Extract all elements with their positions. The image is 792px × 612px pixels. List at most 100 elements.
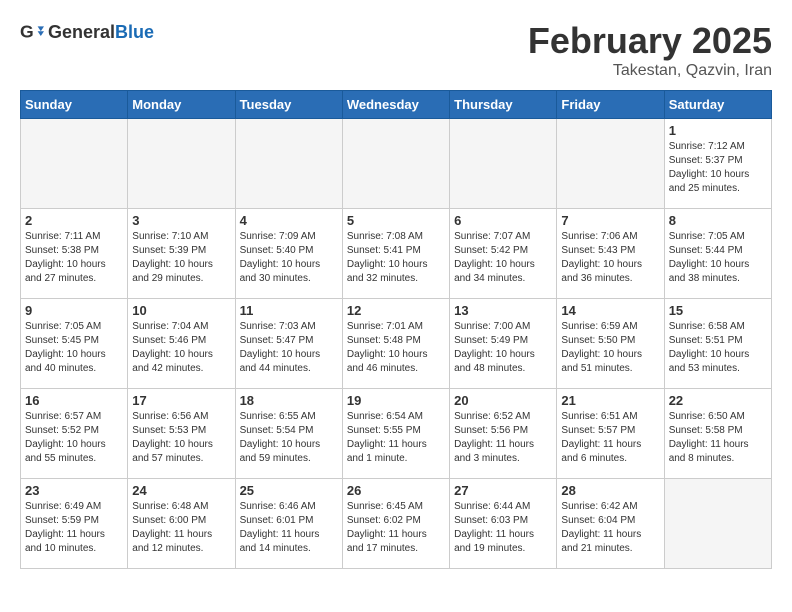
week-row-2: 2 Sunrise: 7:11 AM Sunset: 5:38 PM Daylig… (21, 209, 772, 299)
header-row: SundayMondayTuesdayWednesdayThursdayFrid… (21, 91, 772, 119)
day-cell (342, 119, 449, 209)
day-cell: 19Sunrise: 6:54 AM Sunset: 5:55 PM Dayli… (342, 389, 449, 479)
day-cell: 1 Sunrise: 7:12 AM Sunset: 5:37 PM Daylig… (664, 119, 771, 209)
day-info: Sunrise: 6:56 AM Sunset: 5:53 PM Dayligh… (132, 410, 230, 466)
day-info: Sunrise: 7:11 AM Sunset: 5:38 PM Dayligh… (25, 230, 123, 286)
day-number: 11 (240, 303, 338, 318)
day-number: 13 (454, 303, 552, 318)
day-number: 1 (669, 123, 767, 138)
day-info: Sunrise: 6:44 AM Sunset: 6:03 PM Dayligh… (454, 500, 552, 556)
day-cell: 16Sunrise: 6:57 AM Sunset: 5:52 PM Dayli… (21, 389, 128, 479)
svg-text:G: G (20, 22, 34, 42)
logo-icon: G (20, 20, 44, 44)
day-info: Sunrise: 7:01 AM Sunset: 5:48 PM Dayligh… (347, 320, 445, 376)
day-info: Sunrise: 7:09 AM Sunset: 5:40 PM Dayligh… (240, 230, 338, 286)
day-info: Sunrise: 7:05 AM Sunset: 5:44 PM Dayligh… (669, 230, 767, 286)
day-info: Sunrise: 6:58 AM Sunset: 5:51 PM Dayligh… (669, 320, 767, 376)
day-info: Sunrise: 7:00 AM Sunset: 5:49 PM Dayligh… (454, 320, 552, 376)
day-info: Sunrise: 7:06 AM Sunset: 5:43 PM Dayligh… (561, 230, 659, 286)
day-number: 8 (669, 213, 767, 228)
day-number: 4 (240, 213, 338, 228)
header-wednesday: Wednesday (342, 91, 449, 119)
day-number: 9 (25, 303, 123, 318)
day-cell: 21 Sunrise: 6:51 AM Sunset: 5:57 PM Dayli… (557, 389, 664, 479)
header-tuesday: Tuesday (235, 91, 342, 119)
day-cell (450, 119, 557, 209)
day-cell: 15 Sunrise: 6:58 AM Sunset: 5:51 PM Dayli… (664, 299, 771, 389)
day-cell (128, 119, 235, 209)
day-number: 10 (132, 303, 230, 318)
day-cell: 10 Sunrise: 7:04 AM Sunset: 5:46 PM Dayli… (128, 299, 235, 389)
day-number: 22 (669, 393, 767, 408)
day-info: Sunrise: 7:04 AM Sunset: 5:46 PM Dayligh… (132, 320, 230, 376)
day-info: Sunrise: 6:51 AM Sunset: 5:57 PM Dayligh… (561, 410, 659, 466)
day-cell: 24 Sunrise: 6:48 AM Sunset: 6:00 PM Dayli… (128, 479, 235, 569)
day-cell: 27Sunrise: 6:44 AM Sunset: 6:03 PM Dayli… (450, 479, 557, 569)
day-info: Sunrise: 7:07 AM Sunset: 5:42 PM Dayligh… (454, 230, 552, 286)
day-number: 19 (347, 393, 445, 408)
day-number: 28 (561, 483, 659, 498)
day-number: 12 (347, 303, 445, 318)
day-info: Sunrise: 6:45 AM Sunset: 6:02 PM Dayligh… (347, 500, 445, 556)
calendar-subtitle: Takestan, Qazvin, Iran (528, 62, 772, 80)
day-cell: 25Sunrise: 6:46 AM Sunset: 6:01 PM Dayli… (235, 479, 342, 569)
day-cell: 17 Sunrise: 6:56 AM Sunset: 5:53 PM Dayli… (128, 389, 235, 479)
day-cell: 2 Sunrise: 7:11 AM Sunset: 5:38 PM Daylig… (21, 209, 128, 299)
day-number: 25 (240, 483, 338, 498)
day-cell: 7 Sunrise: 7:06 AM Sunset: 5:43 PM Daylig… (557, 209, 664, 299)
day-number: 21 (561, 393, 659, 408)
day-number: 17 (132, 393, 230, 408)
day-cell: 14 Sunrise: 6:59 AM Sunset: 5:50 PM Dayli… (557, 299, 664, 389)
day-cell (557, 119, 664, 209)
day-cell: 8 Sunrise: 7:05 AM Sunset: 5:44 PM Daylig… (664, 209, 771, 299)
header-saturday: Saturday (664, 91, 771, 119)
day-info: Sunrise: 6:50 AM Sunset: 5:58 PM Dayligh… (669, 410, 767, 466)
day-cell: 6Sunrise: 7:07 AM Sunset: 5:42 PM Daylig… (450, 209, 557, 299)
header-thursday: Thursday (450, 91, 557, 119)
day-number: 18 (240, 393, 338, 408)
day-cell: 11Sunrise: 7:03 AM Sunset: 5:47 PM Dayli… (235, 299, 342, 389)
day-cell: 13 Sunrise: 7:00 AM Sunset: 5:49 PM Dayli… (450, 299, 557, 389)
day-cell (21, 119, 128, 209)
day-number: 7 (561, 213, 659, 228)
day-number: 15 (669, 303, 767, 318)
day-info: Sunrise: 6:48 AM Sunset: 6:00 PM Dayligh… (132, 500, 230, 556)
day-info: Sunrise: 7:08 AM Sunset: 5:41 PM Dayligh… (347, 230, 445, 286)
day-info: Sunrise: 7:10 AM Sunset: 5:39 PM Dayligh… (132, 230, 230, 286)
day-number: 24 (132, 483, 230, 498)
day-cell: 4 Sunrise: 7:09 AM Sunset: 5:40 PM Daylig… (235, 209, 342, 299)
week-row-3: 9 Sunrise: 7:05 AM Sunset: 5:45 PM Daylig… (21, 299, 772, 389)
day-info: Sunrise: 6:52 AM Sunset: 5:56 PM Dayligh… (454, 410, 552, 466)
week-row-5: 23 Sunrise: 6:49 AM Sunset: 5:59 PM Dayli… (21, 479, 772, 569)
calendar-table: SundayMondayTuesdayWednesdayThursdayFrid… (20, 90, 772, 569)
day-cell: 26 Sunrise: 6:45 AM Sunset: 6:02 PM Dayli… (342, 479, 449, 569)
day-number: 3 (132, 213, 230, 228)
logo-general: General (48, 22, 115, 43)
day-number: 26 (347, 483, 445, 498)
day-cell (235, 119, 342, 209)
day-number: 16 (25, 393, 123, 408)
day-cell: 12 Sunrise: 7:01 AM Sunset: 5:48 PM Dayli… (342, 299, 449, 389)
day-number: 5 (347, 213, 445, 228)
day-info: Sunrise: 6:55 AM Sunset: 5:54 PM Dayligh… (240, 410, 338, 466)
day-cell: 20 Sunrise: 6:52 AM Sunset: 5:56 PM Dayli… (450, 389, 557, 479)
day-info: Sunrise: 6:49 AM Sunset: 5:59 PM Dayligh… (25, 500, 123, 556)
day-number: 23 (25, 483, 123, 498)
day-number: 2 (25, 213, 123, 228)
day-info: Sunrise: 6:42 AM Sunset: 6:04 PM Dayligh… (561, 500, 659, 556)
day-info: Sunrise: 7:12 AM Sunset: 5:37 PM Dayligh… (669, 140, 767, 196)
calendar-title: February 2025 (528, 20, 772, 62)
day-number: 14 (561, 303, 659, 318)
day-cell: 28 Sunrise: 6:42 AM Sunset: 6:04 PM Dayli… (557, 479, 664, 569)
page-header: G GeneralBlue February 2025 Takestan, Qa… (20, 20, 772, 80)
day-cell (664, 479, 771, 569)
day-cell: 22 Sunrise: 6:50 AM Sunset: 5:58 PM Dayli… (664, 389, 771, 479)
day-cell: 5 Sunrise: 7:08 AM Sunset: 5:41 PM Daylig… (342, 209, 449, 299)
day-info: Sunrise: 7:05 AM Sunset: 5:45 PM Dayligh… (25, 320, 123, 376)
logo-blue: Blue (115, 22, 154, 43)
header-friday: Friday (557, 91, 664, 119)
week-row-1: 1 Sunrise: 7:12 AM Sunset: 5:37 PM Daylig… (21, 119, 772, 209)
day-number: 20 (454, 393, 552, 408)
day-info: Sunrise: 6:59 AM Sunset: 5:50 PM Dayligh… (561, 320, 659, 376)
day-cell: 3 Sunrise: 7:10 AM Sunset: 5:39 PM Daylig… (128, 209, 235, 299)
